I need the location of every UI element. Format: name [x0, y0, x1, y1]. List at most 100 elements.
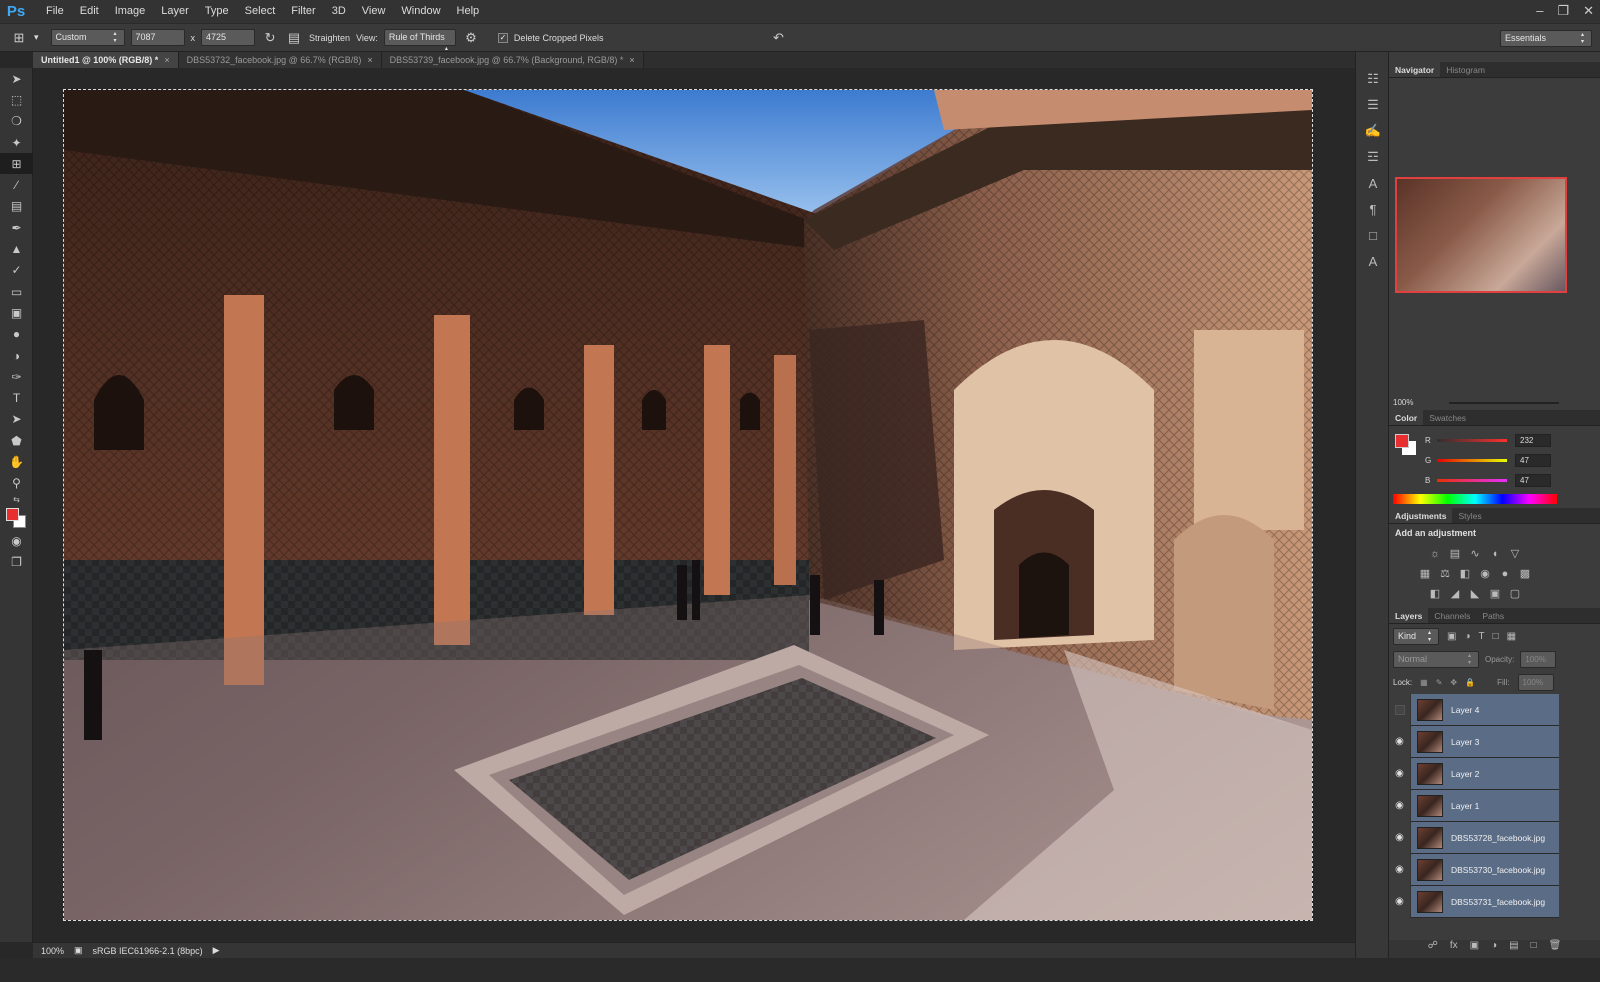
- delete-cropped-label[interactable]: Delete Cropped Pixels: [514, 33, 604, 43]
- zoom-level[interactable]: 100%: [41, 946, 64, 956]
- eye-icon[interactable]: ◉: [1389, 757, 1411, 790]
- lock-position-icon[interactable]: ✥: [1450, 678, 1457, 687]
- layer-style-icon[interactable]: fx: [1450, 940, 1458, 958]
- screen-mode-icon[interactable]: ❐: [0, 551, 33, 572]
- foreground-color-swatch[interactable]: [6, 507, 19, 521]
- red-value[interactable]: 232: [1515, 433, 1551, 447]
- move-tool-icon[interactable]: ➤: [0, 68, 33, 89]
- canvas-area[interactable]: [33, 68, 1355, 942]
- history-brush-icon[interactable]: ✓: [0, 260, 33, 281]
- tab-dbs53732[interactable]: DBS53732_facebook.jpg @ 66.7% (RGB/8) ×: [178, 52, 382, 68]
- navigator-preview[interactable]: [1395, 177, 1567, 293]
- layer-row[interactable]: ◉ DBS53730_facebook.jpg: [1389, 853, 1559, 886]
- menu-edit[interactable]: Edit: [72, 0, 107, 23]
- menu-view[interactable]: View: [354, 0, 394, 23]
- eyedropper-icon[interactable]: ∕: [0, 174, 33, 195]
- menu-select[interactable]: Select: [237, 0, 284, 23]
- status-menu-arrow-icon[interactable]: ▶: [213, 945, 220, 956]
- add-mask-icon[interactable]: ▣: [1470, 940, 1479, 958]
- close-icon[interactable]: ✕: [1583, 0, 1594, 22]
- path-selection-icon[interactable]: ➤: [0, 409, 33, 430]
- hue-saturation-icon[interactable]: ▦: [1417, 566, 1433, 582]
- selective-color-icon[interactable]: ▢: [1507, 586, 1523, 602]
- menu-file[interactable]: File: [38, 0, 72, 23]
- layer-row[interactable]: ◉ DBS53731_facebook.jpg: [1389, 885, 1559, 918]
- status-info-icon[interactable]: ▣: [74, 945, 83, 956]
- layer-row[interactable]: ◉ DBS53728_facebook.jpg: [1389, 821, 1559, 854]
- photo-filter-icon[interactable]: ◉: [1477, 566, 1493, 582]
- levels-icon[interactable]: ▤: [1447, 546, 1463, 562]
- visibility-toggle[interactable]: [1389, 693, 1411, 726]
- dodge-tool-icon[interactable]: ◑: [0, 345, 33, 366]
- eye-icon[interactable]: ◉: [1389, 885, 1411, 918]
- clone-source-icon[interactable]: □: [1356, 222, 1390, 248]
- crop-width-input[interactable]: 7087: [130, 29, 185, 46]
- layer-row[interactable]: ◉ Layer 2: [1389, 757, 1559, 790]
- vibrance-icon[interactable]: ▽: [1507, 546, 1523, 562]
- brightness-icon[interactable]: ☼: [1427, 546, 1443, 562]
- character-styles-icon[interactable]: A: [1356, 248, 1390, 274]
- tab-paths[interactable]: Paths: [1476, 608, 1510, 623]
- tab-styles[interactable]: Styles: [1452, 508, 1487, 523]
- red-slider[interactable]: [1437, 438, 1507, 442]
- magic-wand-icon[interactable]: ✦: [0, 132, 33, 153]
- invert-icon[interactable]: ◧: [1427, 586, 1443, 602]
- blue-value[interactable]: 47: [1515, 473, 1551, 487]
- crop-tool-icon[interactable]: ⊞: [0, 153, 33, 175]
- tab-dbs53739[interactable]: DBS53739_facebook.jpg @ 66.7% (Backgroun…: [381, 52, 644, 68]
- clone-stamp-icon[interactable]: ▲: [0, 238, 33, 259]
- fg-color-swatch[interactable]: [1395, 434, 1409, 448]
- gear-icon[interactable]: ⚙: [462, 29, 480, 47]
- layer-row[interactable]: Layer 4: [1389, 693, 1559, 726]
- character-icon[interactable]: A: [1356, 170, 1390, 196]
- new-group-icon[interactable]: ▤: [1509, 940, 1518, 958]
- filter-shape-icon[interactable]: □: [1493, 631, 1499, 642]
- menu-filter[interactable]: Filter: [283, 0, 323, 23]
- fill-input[interactable]: 100%: [1517, 674, 1554, 691]
- tab-adjustments[interactable]: Adjustments: [1389, 508, 1453, 523]
- overlay-view-select[interactable]: Rule of Thirds: [383, 29, 456, 46]
- close-tab-icon[interactable]: ×: [164, 55, 169, 65]
- lock-transparent-icon[interactable]: ▦: [1420, 678, 1428, 687]
- menu-type[interactable]: Type: [197, 0, 237, 23]
- eye-icon[interactable]: ◉: [1389, 725, 1411, 758]
- zoom-tool-icon[interactable]: ⚲: [0, 473, 33, 494]
- new-adjustment-icon[interactable]: ◑: [1491, 940, 1497, 958]
- exposure-icon[interactable]: ◖: [1487, 546, 1503, 562]
- color-spectrum[interactable]: [1393, 494, 1557, 504]
- brush-icon[interactable]: ☲: [1356, 144, 1390, 170]
- properties-icon[interactable]: ☰: [1356, 92, 1390, 118]
- menu-help[interactable]: Help: [449, 0, 488, 23]
- minimize-icon[interactable]: –: [1536, 0, 1543, 22]
- menu-3d[interactable]: 3D: [324, 0, 354, 23]
- shape-tool-icon[interactable]: ⬟: [0, 430, 33, 451]
- filter-type-icon[interactable]: T: [1479, 631, 1485, 642]
- pen-tool-icon[interactable]: ✑: [0, 366, 33, 387]
- opacity-input[interactable]: 100%: [1520, 651, 1557, 668]
- tab-histogram[interactable]: Histogram: [1440, 62, 1491, 77]
- swap-colors-icon[interactable]: ⇆: [0, 494, 33, 506]
- lock-all-icon[interactable]: 🔒: [1465, 678, 1475, 687]
- tab-swatches[interactable]: Swatches: [1423, 410, 1472, 425]
- eye-icon[interactable]: ◉: [1389, 821, 1411, 854]
- document-canvas[interactable]: [63, 89, 1313, 921]
- curves-icon[interactable]: ∿: [1467, 546, 1483, 562]
- delete-layer-icon[interactable]: 🗑: [1549, 940, 1562, 958]
- restore-icon[interactable]: ❐: [1557, 0, 1569, 22]
- straighten-icon[interactable]: ▤: [285, 29, 303, 47]
- tab-navigator[interactable]: Navigator: [1389, 62, 1441, 77]
- navigator-zoom-slider[interactable]: [1449, 402, 1559, 404]
- navigator-zoom[interactable]: 100%: [1393, 398, 1413, 407]
- gradient-map-icon[interactable]: ▣: [1487, 586, 1503, 602]
- filter-adjustment-icon[interactable]: ◑: [1464, 631, 1470, 642]
- eraser-icon[interactable]: ▭: [0, 281, 33, 302]
- filter-pixel-icon[interactable]: ▣: [1447, 631, 1456, 642]
- crop-preset-select[interactable]: Custom: [50, 29, 125, 46]
- color-lookup-icon[interactable]: ▩: [1517, 566, 1533, 582]
- quick-mask-icon[interactable]: ◉: [0, 530, 33, 551]
- tab-channels[interactable]: Channels: [1428, 608, 1476, 623]
- gradient-tool-icon[interactable]: ▣: [0, 302, 33, 323]
- menu-image[interactable]: Image: [107, 0, 154, 23]
- marquee-tool-icon[interactable]: ⬚: [0, 89, 33, 110]
- brush-tool-icon[interactable]: ✒: [0, 217, 33, 238]
